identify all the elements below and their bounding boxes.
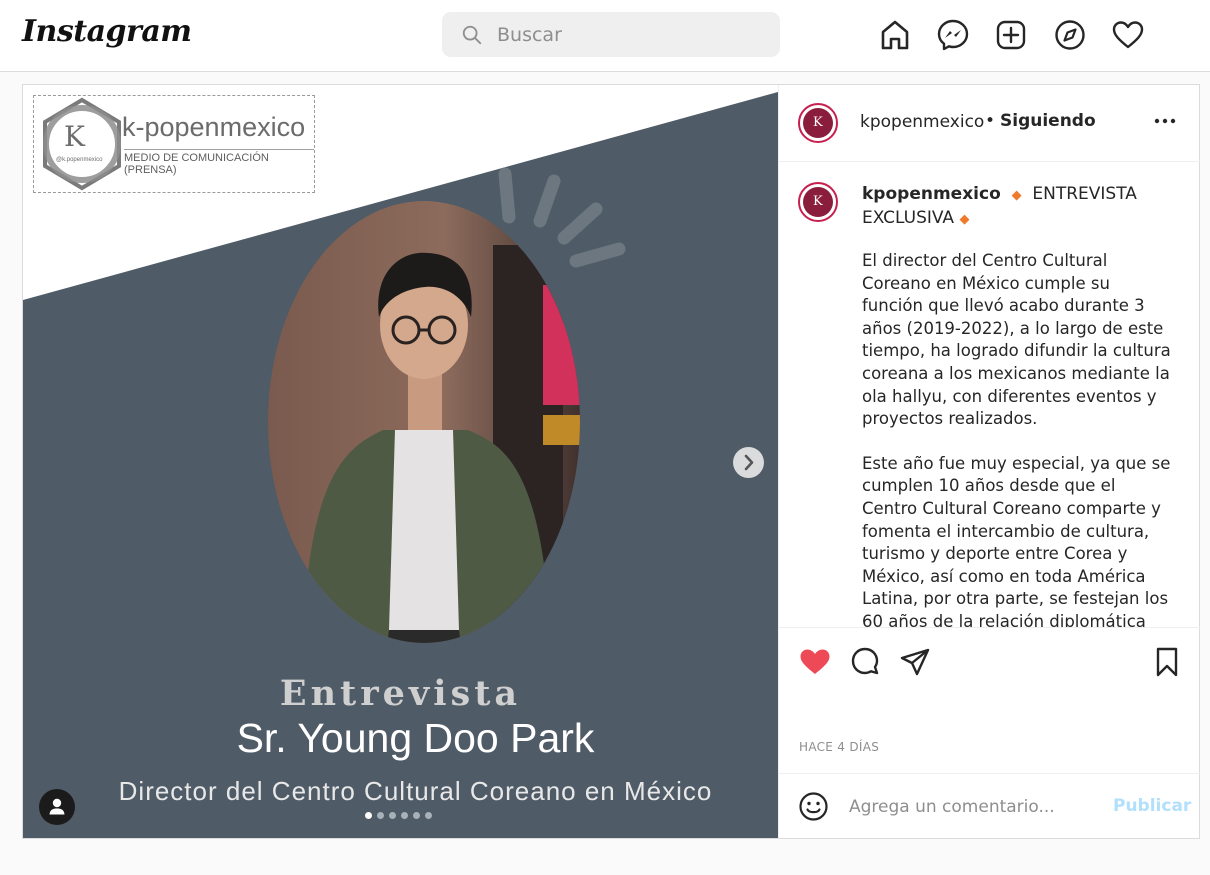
orange-diamond-icon: ◆ — [1011, 188, 1022, 203]
comment-input[interactable]: Agrega un comentario... — [849, 797, 1055, 817]
search-box[interactable]: Buscar — [442, 12, 780, 57]
carousel-dot — [365, 812, 372, 819]
user-icon — [49, 798, 65, 815]
heart-filled-icon — [800, 649, 830, 674]
image-caption-role: Director del Centro Cultural Coreano en … — [118, 776, 713, 806]
avatar-letter: K — [813, 194, 823, 209]
caption-username[interactable]: kpopenmexico — [862, 184, 1001, 204]
post-media[interactable]: K @k.popenmexico k-popenmexico MEDIO DE … — [23, 85, 778, 838]
brand-name: k-popenmexico — [122, 112, 306, 142]
carousel-dot — [377, 812, 384, 819]
comment-button[interactable] — [848, 645, 882, 679]
new-post-icon[interactable] — [993, 17, 1029, 53]
post-timestamp[interactable]: HACE 4 DÍAS — [799, 740, 879, 754]
brand-handle: @k.popenmexico — [56, 157, 103, 163]
author-avatar[interactable]: K — [798, 103, 838, 143]
send-icon — [900, 648, 930, 676]
tagged-users-button[interactable] — [39, 789, 75, 825]
brand-watermark: K @k.popenmexico k-popenmexico MEDIO DE … — [33, 95, 315, 193]
image-caption-title: Entrevista — [279, 673, 522, 714]
image-caption-name: Sr. Young Doo Park — [236, 715, 595, 761]
search-icon — [462, 25, 482, 45]
bookmark-icon — [1156, 647, 1178, 677]
instagram-logo[interactable]: Instagram — [22, 14, 192, 49]
comment-bar: Agrega un comentario... Publicar — [779, 773, 1200, 838]
caption-paragraph: El director del Centro Cultural Coreano … — [862, 251, 1171, 429]
brand-letter: K — [64, 120, 85, 153]
emoji-icon[interactable] — [798, 791, 829, 822]
post-comment-button[interactable]: Publicar — [1113, 796, 1191, 816]
carousel-next-button[interactable] — [733, 447, 764, 478]
caption-avatar[interactable]: K — [798, 182, 838, 222]
avatar-letter: K — [813, 115, 823, 130]
post-card: K @k.popenmexico k-popenmexico MEDIO DE … — [22, 84, 1200, 839]
carousel-dot — [389, 812, 396, 819]
post-sidebar: K kpopenmexico • Siguiendo K kpopenmexic… — [778, 85, 1200, 838]
home-icon[interactable] — [877, 17, 913, 53]
avatar-fill: K — [803, 187, 833, 217]
caption-scroll-area[interactable]: K kpopenmexico ◆ ENTREVISTA EXCLUSIVA ◆ … — [779, 163, 1200, 627]
brand-subtitle: MEDIO DE COMUNICACIÓN (PRENSA) — [124, 149, 314, 176]
explore-icon[interactable] — [1052, 17, 1088, 53]
author-username[interactable]: kpopenmexico — [860, 112, 984, 132]
top-nav-bar: Instagram Buscar — [0, 0, 1210, 72]
chevron-right-icon — [744, 454, 754, 471]
orange-diamond-icon: ◆ — [959, 212, 970, 227]
action-bar: HACE 4 DÍAS — [779, 627, 1200, 773]
header-separator: • — [985, 111, 996, 131]
activity-heart-icon[interactable] — [1110, 17, 1146, 53]
follow-status-button[interactable]: Siguiendo — [1000, 111, 1096, 131]
caption-paragraph: Este año fue muy especial, ya que se cum… — [862, 453, 1171, 627]
caption-headline: kpopenmexico ◆ ENTREVISTA EXCLUSIVA ◆ — [862, 183, 1162, 231]
save-button[interactable] — [1150, 645, 1184, 679]
share-button[interactable] — [898, 645, 932, 679]
avatar-fill: K — [803, 108, 833, 138]
post-header: K kpopenmexico • Siguiendo — [779, 85, 1200, 162]
carousel-dot — [413, 812, 420, 819]
like-button[interactable] — [798, 645, 832, 679]
more-options-icon[interactable] — [1153, 115, 1177, 127]
caption-body: El director del Centro Cultural Coreano … — [862, 250, 1174, 627]
comment-icon — [851, 647, 879, 675]
search-input[interactable]: Buscar — [497, 24, 562, 46]
carousel-dot — [425, 812, 432, 819]
carousel-dot — [401, 812, 408, 819]
messenger-icon[interactable] — [935, 17, 971, 53]
